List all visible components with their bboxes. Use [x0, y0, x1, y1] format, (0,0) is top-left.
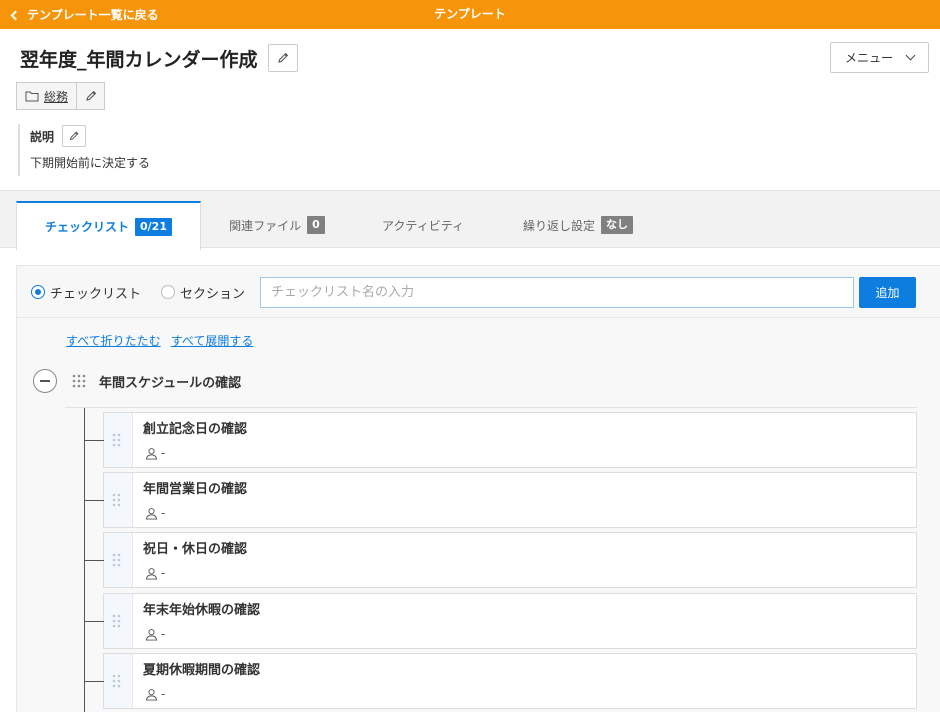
item-assignee[interactable]: - [145, 565, 165, 581]
folder-icon [25, 91, 39, 102]
user-icon [145, 567, 158, 580]
tree-branch [85, 500, 104, 501]
checklist-panel: チェックリスト セクション 追加 すべて折りたたむ すべて展開する 年間スケジュ… [16, 265, 940, 712]
tab-checklist-badge: 0/21 [135, 217, 172, 236]
menu-button-label: メニュー [844, 51, 893, 65]
item-drag-handle[interactable] [104, 533, 133, 587]
tab-checklist[interactable]: チェックリスト 0/21 [16, 201, 201, 250]
checklist-item[interactable]: 創立記念日の確認 - [85, 412, 917, 468]
checklist-item[interactable]: 夏期休暇期間の確認 - [85, 653, 917, 709]
drag-handle-icon[interactable] [71, 373, 87, 389]
drag-handle-icon [112, 614, 121, 628]
edit-title-button[interactable] [267, 44, 298, 72]
assignee-name: - [161, 446, 166, 460]
tab-related-files-badge: 0 [307, 216, 325, 234]
back-link-label: テンプレート一覧に戻る [27, 8, 159, 22]
drag-handle-icon [112, 433, 121, 447]
description-text: 下期開始前に決定する [30, 156, 151, 170]
item-drag-handle[interactable] [104, 413, 133, 467]
drag-handle-icon [112, 674, 121, 688]
item-assignee[interactable]: - [145, 445, 165, 461]
tab-related-files-label: 関連ファイル [229, 218, 302, 233]
description-block: 説明 下期開始前に決定する [18, 124, 418, 176]
tab-repeat-settings[interactable]: 繰り返し設定 なし [493, 201, 663, 249]
radio-section-label: セクション [180, 286, 246, 302]
menu-button[interactable]: メニュー [830, 42, 929, 73]
drag-handle-icon [112, 553, 121, 567]
tab-checklist-label: チェックリスト [45, 220, 130, 234]
description-label: 説明 [30, 129, 55, 144]
item-title: 夏期休暇期間の確認 [143, 663, 261, 678]
checklist-item[interactable]: 年末年始休暇の確認 - [85, 593, 917, 649]
item-drag-handle[interactable] [104, 654, 133, 708]
assignee-name: - [161, 566, 166, 580]
page-title: 翌年度_年間カレンダー作成 [20, 48, 258, 71]
tab-related-files[interactable]: 関連ファイル 0 [201, 201, 353, 249]
top-bar: テンプレート一覧に戻る テンプレート [0, 0, 940, 29]
tree-branch [85, 440, 104, 441]
checklist-item[interactable]: 祝日・休日の確認 - [85, 532, 917, 588]
item-title: 祝日・休日の確認 [143, 542, 248, 557]
item-drag-handle[interactable] [104, 594, 133, 648]
user-icon [145, 447, 158, 460]
assignee-name: - [161, 506, 166, 520]
pencil-icon [277, 52, 288, 63]
tab-bar: チェックリスト 0/21 関連ファイル 0 アクティビティ 繰り返し設定 なし [0, 190, 940, 250]
assignee-name: - [161, 627, 166, 641]
toggle-links: すべて折りたたむ すべて展開する [66, 332, 263, 349]
tree-branch [85, 621, 104, 622]
category-label: 総務 [44, 89, 69, 104]
radio-checklist-indicator [31, 285, 45, 299]
assignee-name: - [161, 687, 166, 701]
item-title: 創立記念日の確認 [143, 422, 248, 437]
tab-repeat-settings-label: 繰り返し設定 [522, 218, 595, 233]
category-row: 総務 [16, 82, 106, 110]
pencil-icon [69, 131, 79, 141]
user-icon [145, 628, 158, 641]
collapse-section-button[interactable] [33, 369, 57, 393]
tree-branch [85, 560, 104, 561]
checklist-name-input[interactable] [260, 277, 854, 308]
edit-category-button[interactable] [77, 82, 106, 110]
item-assignee[interactable]: - [145, 505, 165, 521]
item-assignee[interactable]: - [145, 686, 165, 702]
radio-section[interactable]: セクション [161, 282, 245, 302]
tree-branch [85, 681, 104, 682]
section-title: 年間スケジュールの確認 [99, 375, 242, 391]
radio-checklist-label: チェックリスト [50, 286, 142, 302]
title-row: 翌年度_年間カレンダー作成 [20, 44, 298, 72]
item-assignee[interactable]: - [145, 626, 165, 642]
item-drag-handle[interactable] [104, 473, 133, 527]
checklist-item[interactable]: 年間営業日の確認 - [85, 472, 917, 528]
chevron-down-icon [905, 50, 916, 61]
item-title: 年間営業日の確認 [143, 482, 248, 497]
user-icon [145, 688, 158, 701]
tab-activity-label: アクティビティ [382, 218, 464, 233]
pencil-icon [85, 90, 96, 101]
section-divider [65, 407, 917, 408]
add-button[interactable]: 追加 [859, 277, 916, 308]
back-to-template-list-link[interactable]: テンプレート一覧に戻る [10, 0, 159, 29]
chevron-left-icon [10, 10, 21, 20]
expand-all-link[interactable]: すべて展開する [171, 332, 254, 349]
radio-checklist[interactable]: チェックリスト [31, 282, 141, 302]
edit-description-button[interactable] [62, 125, 87, 147]
minus-icon [40, 380, 50, 382]
drag-handle-icon [112, 493, 121, 507]
item-title: 年末年始休暇の確認 [143, 603, 261, 618]
user-icon [145, 507, 158, 520]
tab-repeat-settings-badge: なし [601, 216, 633, 234]
category-chip[interactable]: 総務 [16, 82, 78, 110]
collapse-all-link[interactable]: すべて折りたたむ [66, 332, 161, 349]
tab-activity[interactable]: アクティビティ [353, 201, 493, 249]
radio-section-indicator [161, 285, 175, 299]
description-header: 説明 [30, 124, 418, 148]
add-item-bar: チェックリスト セクション 追加 [17, 266, 940, 318]
section-header: 年間スケジュールの確認 [33, 368, 241, 394]
